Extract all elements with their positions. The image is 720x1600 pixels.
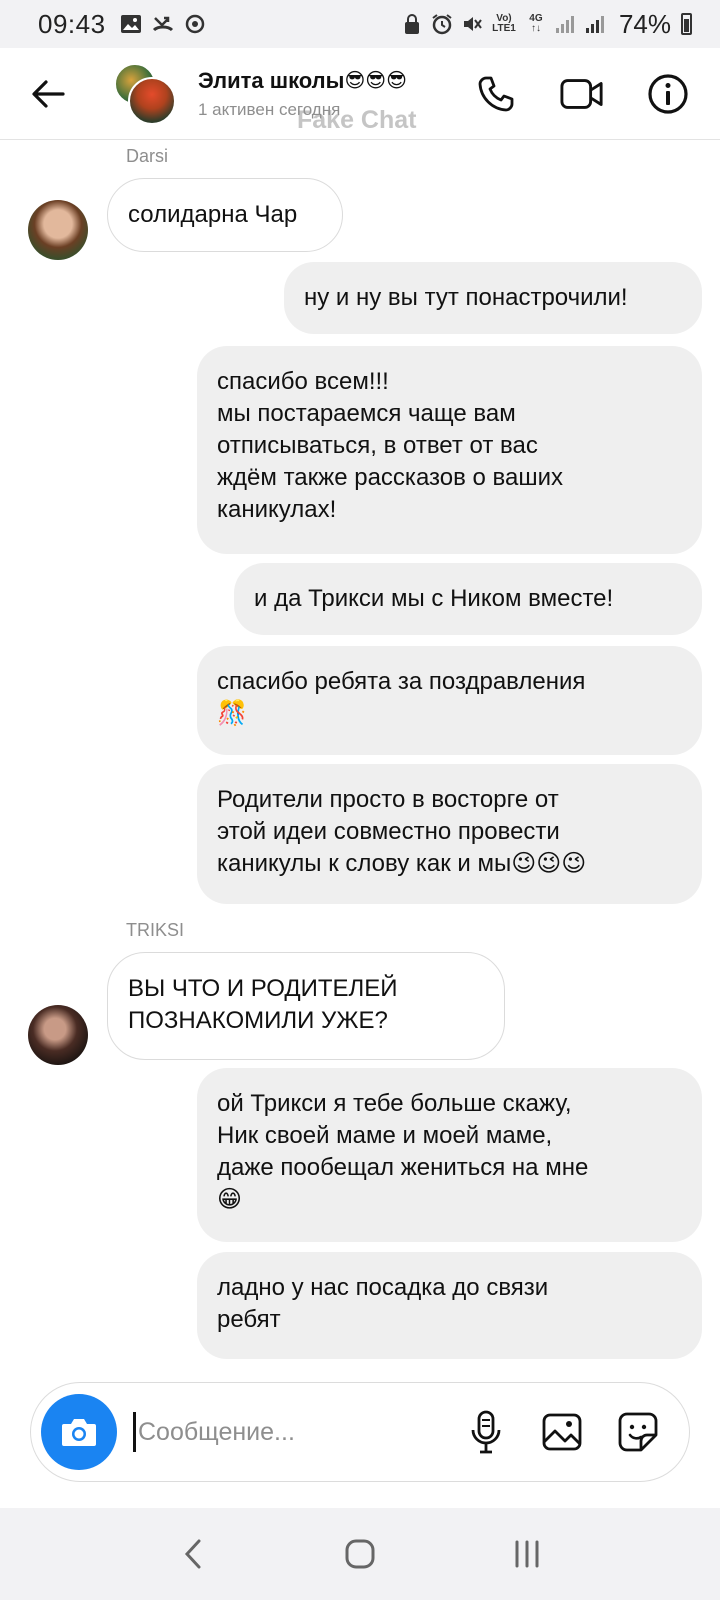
chat-title-emoji: 😎😎😎 [344, 70, 407, 92]
system-nav-bar [0, 1508, 720, 1600]
chat-title: Элита школы [198, 67, 345, 93]
wink-emoji: 😉😉😉 [511, 850, 587, 877]
gallery-icon [542, 1413, 582, 1451]
home-icon [345, 1539, 375, 1569]
network-gen-indicator: 4G ↑↓ [529, 13, 543, 34]
message-text: ладно у нас посадка до связи ребят [217, 1274, 549, 1333]
group-avatar[interactable] [114, 62, 176, 125]
status-bar: 09:43 Vo) LTE1 4G ↑↓ 74% [0, 0, 720, 48]
sender-name: Darsi [126, 146, 169, 166]
recents-icon [515, 1540, 539, 1568]
message-bubble-outgoing[interactable]: ладно у нас посадка до связи ребят [197, 1252, 702, 1359]
sender-name: TRIKSI [126, 920, 185, 940]
grin-emoji: 😁 [217, 1186, 243, 1213]
message-text: солидарна Чар [128, 201, 298, 228]
alarm-icon [431, 13, 453, 35]
message-text: спасибо ребята за поздравления [217, 668, 586, 695]
gallery-notification-icon [120, 13, 142, 35]
message-input[interactable] [133, 1412, 433, 1452]
sticker-button[interactable] [615, 1409, 661, 1455]
message-bubble-outgoing[interactable]: спасибо всем!!! мы постараемся чаще вам … [197, 346, 702, 554]
message-text: ой Трикси я тебе больше скажу, Ник своей… [217, 1090, 589, 1181]
battery-icon [681, 13, 692, 35]
camera-icon [62, 1419, 96, 1446]
info-button[interactable] [646, 72, 690, 116]
message-text: спасибо всем!!! мы постараемся чаще вам … [217, 368, 564, 523]
phone-icon [478, 76, 514, 111]
back-button[interactable] [28, 74, 68, 114]
status-time: 09:43 [38, 8, 106, 39]
confetti-emoji: 🎊 [217, 700, 247, 727]
video-call-icon [560, 78, 603, 109]
message-text: ВЫ ЧТО И РОДИТЕЛЕЙ ПОЗНАКОМИЛИ УЖЕ? [128, 975, 398, 1034]
message-text: Родители просто в восторге от этой идеи … [217, 786, 560, 877]
signal-2-icon [585, 13, 607, 35]
nav-recents-button[interactable] [502, 1529, 552, 1579]
sync-icon [184, 13, 206, 35]
message-bubble-outgoing[interactable]: ой Трикси я тебе больше скажу, Ник своей… [197, 1068, 702, 1242]
message-bubble-incoming[interactable]: ВЫ ЧТО И РОДИТЕЛЕЙ ПОЗНАКОМИЛИ УЖЕ? [107, 952, 505, 1060]
missed-call-icon [152, 13, 174, 35]
video-call-button[interactable] [560, 72, 604, 116]
message-bubble-outgoing[interactable]: ну и ну вы тут понастрочили! [284, 262, 702, 334]
info-icon [648, 73, 688, 114]
message-text: и да Трикси мы с Ником вместе! [254, 585, 614, 612]
nav-home-button[interactable] [335, 1529, 385, 1579]
mute-icon [461, 13, 483, 35]
lock-alarm-icon [401, 13, 423, 35]
message-text: ну и ну вы тут понастрочили! [304, 284, 628, 311]
voice-message-button[interactable] [463, 1409, 509, 1455]
sticker-icon [618, 1412, 658, 1452]
back-arrow-icon [32, 79, 65, 108]
message-composer [30, 1382, 690, 1482]
signal-icon [555, 13, 577, 35]
volte-indicator: Vo) LTE1 [492, 13, 516, 34]
battery-percent: 74% [618, 8, 671, 39]
microphone-icon [471, 1410, 501, 1454]
message-bubble-outgoing[interactable]: спасибо ребята за поздравления 🎊 [197, 646, 702, 755]
chevron-left-icon [185, 1539, 201, 1569]
nav-back-button[interactable] [168, 1529, 218, 1579]
group-avatar-photo-2 [128, 76, 176, 125]
message-bubble-outgoing[interactable]: Родители просто в восторге от этой идеи … [197, 764, 702, 904]
message-bubble-incoming[interactable]: солидарна Чар [107, 178, 343, 252]
message-bubble-outgoing[interactable]: и да Трикси мы с Ником вместе! [234, 563, 702, 635]
gallery-button[interactable] [539, 1409, 585, 1455]
camera-button[interactable] [41, 1394, 117, 1470]
avatar-triksi[interactable] [28, 1005, 88, 1065]
watermark: Fake Chat [297, 106, 417, 134]
avatar-darsi[interactable] [28, 200, 88, 260]
voice-call-button[interactable] [474, 72, 518, 116]
